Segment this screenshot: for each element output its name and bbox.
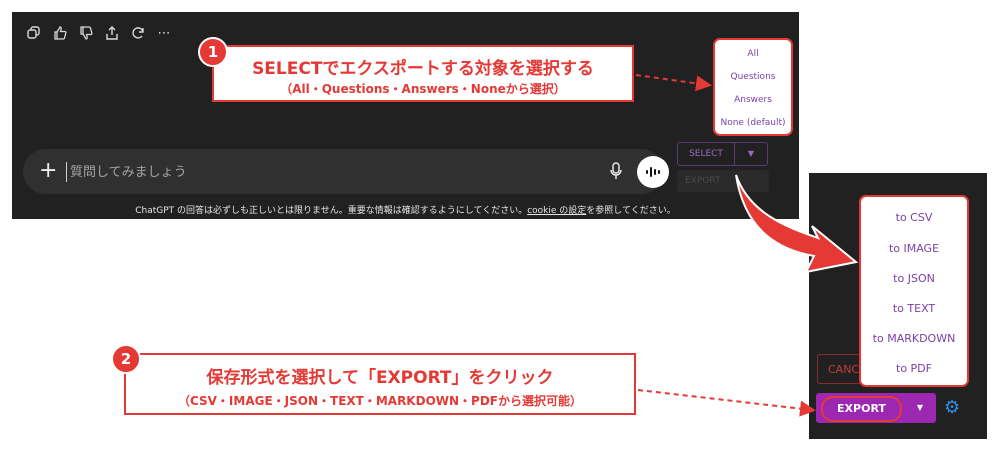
export-option-pdf[interactable]: to PDF: [861, 362, 967, 375]
export-option-markdown[interactable]: to MARKDOWN: [861, 332, 967, 345]
export-option-json[interactable]: to JSON: [861, 272, 967, 285]
callout-box-1: SELECTでエクスポートする対象を選択する （All・Questions・An…: [212, 45, 634, 102]
select-option-questions[interactable]: Questions: [715, 72, 791, 82]
callout-1-subtitle: （All・Questions・Answers・Noneから選択）: [280, 82, 566, 96]
callout-1-title: SELECTでエクスポートする対象を選択する: [252, 59, 594, 79]
dashed-arrow-1: [635, 74, 712, 92]
callout-2-subtitle: （CSV・IMAGE・JSON・TEXT・MARKDOWN・PDFから選択可能）: [177, 394, 583, 408]
curved-arrow: [735, 174, 859, 274]
callout-box-2: 保存形式を選択して「EXPORT」をクリック （CSV・IMAGE・JSON・T…: [124, 353, 636, 415]
select-option-none[interactable]: None (default): [715, 118, 791, 128]
export-format-menu: to CSV to IMAGE to JSON to TEXT to MARKD…: [859, 195, 969, 387]
export-option-image[interactable]: to IMAGE: [861, 242, 967, 255]
select-option-all[interactable]: All: [715, 49, 791, 59]
step-badge-2: 2: [111, 344, 141, 374]
select-menu: All Questions Answers None (default): [713, 38, 793, 136]
callout-2-title: 保存形式を選択して「EXPORT」をクリック: [206, 368, 554, 388]
step-badge-1: 1: [198, 37, 228, 67]
export-option-csv[interactable]: to CSV: [861, 211, 967, 224]
dashed-arrow-2: [637, 389, 816, 417]
export-option-text[interactable]: to TEXT: [861, 302, 967, 315]
select-option-answers[interactable]: Answers: [715, 95, 791, 105]
